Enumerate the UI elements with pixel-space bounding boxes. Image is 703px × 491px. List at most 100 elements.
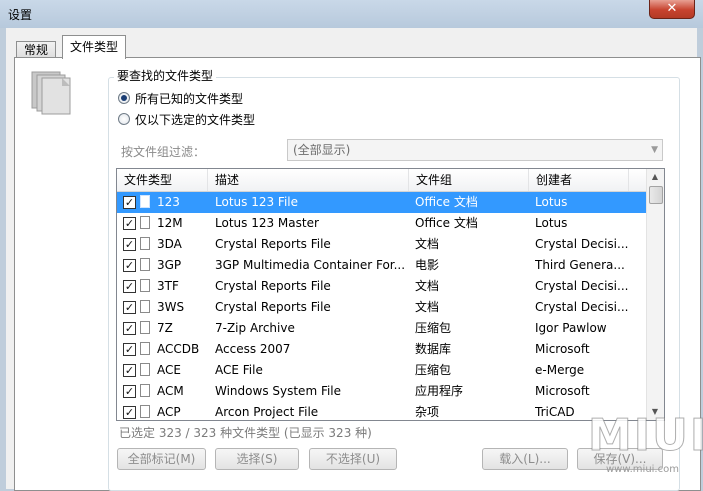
tab-file-types[interactable]: 文件类型	[62, 35, 127, 59]
cell-group: 杂项	[415, 405, 440, 419]
cell-description: Lotus 123 Master	[215, 216, 319, 230]
cell-type: 123	[157, 195, 180, 209]
list-header: 文件类型 描述 文件组 创建者	[117, 169, 648, 192]
file-icon	[140, 195, 150, 208]
row-checkbox[interactable]: ✓	[123, 364, 136, 377]
cell-group: 文档	[415, 237, 440, 251]
cell-description: Windows System File	[215, 384, 342, 398]
mark-all-button[interactable]: 全部标记(M)	[117, 448, 206, 470]
cell-type: ACCDB	[157, 342, 200, 356]
row-checkbox[interactable]: ✓	[123, 280, 136, 293]
radio-all-known-types[interactable]	[118, 92, 130, 104]
cell-group: 文档	[415, 300, 440, 314]
cell-description: Crystal Reports File	[215, 300, 331, 314]
tab-file-types-label: 文件类型	[70, 40, 119, 54]
title-bar: 设置 ✕	[0, 0, 703, 28]
close-button[interactable]: ✕	[649, 0, 695, 19]
cell-creator: Crystal Decisi...	[535, 300, 629, 314]
cell-description: 3GP Multimedia Container For...	[215, 258, 405, 272]
cell-description: Crystal Reports File	[215, 279, 331, 293]
cell-type: 12M	[157, 216, 183, 230]
list-item[interactable]: ✓ ACE ACE File 压缩包 e-Merge	[117, 360, 648, 381]
column-header-group[interactable]: 文件组	[409, 169, 529, 191]
list-scrollbar[interactable]: ▲ ▼	[646, 169, 664, 420]
file-icon	[140, 300, 150, 313]
list-item[interactable]: ✓ 3WS Crystal Reports File 文档 Crystal Decisi…	[117, 297, 648, 318]
cell-type: ACP	[157, 405, 181, 419]
cell-type: ACE	[157, 363, 181, 377]
file-icon	[140, 321, 150, 334]
cell-description: Access 2007	[215, 342, 291, 356]
list-item[interactable]: ✓ 7Z 7-Zip Archive 压缩包 Igor Pawlow	[117, 318, 648, 339]
cell-group: Office 文档	[415, 195, 478, 209]
file-icon	[140, 216, 150, 229]
list-item[interactable]: ✓ ACP Arcon Project File 杂项 TriCAD	[117, 402, 648, 420]
chevron-down-icon: ▼	[651, 145, 658, 155]
cell-group: 电影	[415, 258, 440, 272]
radio-selected-types[interactable]	[118, 113, 130, 125]
deselect-button[interactable]: 不选择(U)	[309, 448, 397, 470]
filter-label: 按文件组过滤：	[121, 145, 206, 159]
row-checkbox[interactable]: ✓	[123, 343, 136, 356]
list-item[interactable]: ✓ 123 Lotus 123 File Office 文档 Lotus	[117, 192, 648, 213]
radio-selected-types-label[interactable]: 仅以下选定的文件类型	[135, 111, 255, 128]
scroll-thumb[interactable]	[649, 186, 663, 204]
cell-type: 3TF	[157, 279, 179, 293]
list-item[interactable]: ✓ ACCDB Access 2007 数据库 Microsoft	[117, 339, 648, 360]
column-header-description[interactable]: 描述	[208, 169, 409, 191]
cell-description: ACE File	[215, 363, 263, 377]
file-icon	[140, 258, 150, 271]
cell-type: ACM	[157, 384, 184, 398]
row-checkbox[interactable]: ✓	[123, 238, 136, 251]
close-icon: ✕	[666, 1, 678, 16]
cell-type: 3GP	[157, 258, 182, 272]
cell-creator: Crystal Decisi...	[535, 279, 629, 293]
file-icon	[140, 237, 150, 250]
cell-creator: Igor Pawlow	[535, 321, 607, 335]
cell-group: Office 文档	[415, 216, 478, 230]
tab-general-label: 常规	[24, 43, 49, 57]
row-checkbox[interactable]: ✓	[123, 406, 136, 419]
list-item[interactable]: ✓ ACM Windows System File 应用程序 Microsoft	[117, 381, 648, 402]
list-item[interactable]: ✓ 3GP 3GP Multimedia Container For... 电影 Thi…	[117, 255, 648, 276]
row-checkbox[interactable]: ✓	[123, 322, 136, 335]
cell-description: 7-Zip Archive	[215, 321, 295, 335]
miui-watermark: MIUI www.miui.com	[587, 410, 703, 486]
cell-type: 3DA	[157, 237, 182, 251]
row-checkbox[interactable]: ✓	[123, 259, 136, 272]
row-checkbox[interactable]: ✓	[123, 385, 136, 398]
file-types-list[interactable]: 文件类型 描述 文件组 创建者 ✓ 123 Lotus 123 File Office…	[116, 168, 665, 421]
cell-creator: e-Merge	[535, 363, 585, 377]
watermark-url: www.miui.com	[606, 464, 679, 475]
row-checkbox[interactable]: ✓	[123, 217, 136, 230]
row-checkbox[interactable]: ✓	[123, 196, 136, 209]
file-icon	[140, 342, 150, 355]
cell-group: 应用程序	[415, 384, 464, 398]
cell-creator: Lotus	[535, 195, 568, 209]
cell-creator: Lotus	[535, 216, 568, 230]
cell-description: Crystal Reports File	[215, 237, 331, 251]
cell-description: Arcon Project File	[215, 405, 319, 419]
column-header-creator[interactable]: 创建者	[529, 169, 629, 191]
watermark-text: MIUI	[587, 410, 703, 462]
select-button[interactable]: 选择(S)	[215, 448, 299, 470]
cell-group: 文档	[415, 279, 440, 293]
list-item[interactable]: ✓ 3DA Crystal Reports File 文档 Crystal Decisi…	[117, 234, 648, 255]
row-checkbox[interactable]: ✓	[123, 301, 136, 314]
list-item[interactable]: ✓ 12M Lotus 123 Master Office 文档 Lotus	[117, 213, 648, 234]
file-icon	[140, 363, 150, 376]
filter-value: (全部显示)	[293, 143, 351, 157]
documents-icon	[31, 71, 71, 115]
scroll-up-icon[interactable]: ▲	[647, 169, 663, 185]
cell-creator: Microsoft	[535, 342, 590, 356]
list-item[interactable]: ✓ 3TF Crystal Reports File 文档 Crystal Decisi…	[117, 276, 648, 297]
file-icon	[140, 384, 150, 397]
load-button[interactable]: 载入(L)...	[482, 448, 568, 470]
file-icon	[140, 279, 150, 292]
cell-type: 7Z	[157, 321, 173, 335]
cell-creator: Microsoft	[535, 384, 590, 398]
column-header-type[interactable]: 文件类型	[117, 169, 208, 191]
cell-description: Lotus 123 File	[215, 195, 298, 209]
radio-all-known-types-label[interactable]: 所有已知的文件类型	[135, 90, 243, 107]
file-group-filter-select[interactable]: (全部显示) ▼	[287, 139, 663, 161]
